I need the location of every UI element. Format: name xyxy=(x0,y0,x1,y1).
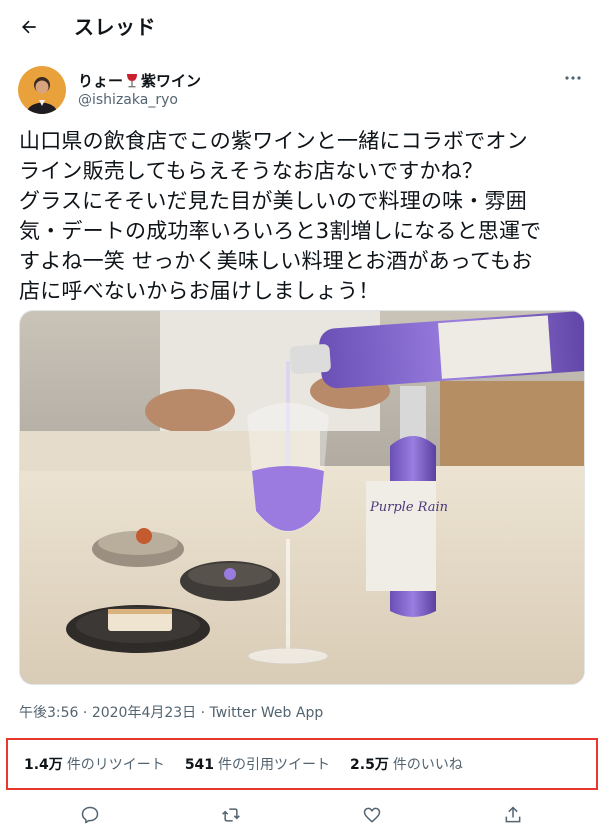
quote-label: 件の引用ツイート xyxy=(218,757,331,773)
bottle-label-text: Purple Rain xyxy=(369,500,448,515)
quote-count: 541 xyxy=(184,757,215,773)
likes-stat[interactable]: 2.5万 件のいいね xyxy=(350,754,463,774)
share-button[interactable] xyxy=(500,802,526,828)
tweet-time[interactable]: 午後3:56 xyxy=(19,705,78,721)
tweet-meta: 午後3:56 · 2020年4月23日 · Twitter Web App xyxy=(19,702,323,722)
more-options-button[interactable] xyxy=(558,66,588,90)
meta-separator: · xyxy=(82,705,88,721)
like-count: 2.5万 xyxy=(350,757,389,773)
meta-separator: · xyxy=(200,705,206,721)
engagement-stats: 1.4万 件のリツイート 541 件の引用ツイート 2.5万 件のいいね xyxy=(6,738,598,790)
author-handle[interactable]: @ishizaka_ryo xyxy=(78,92,178,108)
back-arrow-icon xyxy=(22,20,36,34)
wine-photo-illustration: Purple Rain xyxy=(20,311,584,684)
more-dots-icon xyxy=(565,76,581,80)
avatar[interactable] xyxy=(18,66,66,114)
reply-icon xyxy=(81,806,99,824)
like-button[interactable] xyxy=(359,802,385,828)
reply-button[interactable] xyxy=(77,802,103,828)
retweets-stat[interactable]: 1.4万 件のリツイート xyxy=(24,754,165,774)
top-bar: スレッド xyxy=(0,0,601,52)
retweet-button[interactable] xyxy=(218,802,244,828)
tweet-source[interactable]: Twitter Web App xyxy=(210,705,324,721)
share-icon xyxy=(505,806,521,823)
retweet-count: 1.4万 xyxy=(24,757,63,773)
quotes-stat[interactable]: 541 件の引用ツイート xyxy=(185,754,330,774)
author-name: りょー xyxy=(78,72,124,90)
tweet-actions xyxy=(0,800,601,830)
tweet-date[interactable]: 2020年4月23日 xyxy=(92,705,196,721)
tweet-photo[interactable]: Purple Rain xyxy=(19,310,585,685)
display-name[interactable]: りょー 紫ワイン xyxy=(78,70,201,91)
author-name-suffix: 紫ワイン xyxy=(141,72,202,90)
retweet-icon xyxy=(222,808,240,822)
like-label: 件のいいね xyxy=(392,757,463,773)
wine-glass-icon xyxy=(127,73,138,87)
back-button[interactable] xyxy=(14,12,44,42)
retweet-label: 件のリツイート xyxy=(66,757,165,773)
page-title: スレッド xyxy=(74,15,156,39)
tweet-author: りょー 紫ワイン @ishizaka_ryo xyxy=(18,66,588,116)
heart-icon xyxy=(363,807,381,823)
tweet-text: 山口県の飲食店でこの紫ワインと一緒にコラボでオン ライン販売してもらえそうなお店… xyxy=(19,129,542,303)
